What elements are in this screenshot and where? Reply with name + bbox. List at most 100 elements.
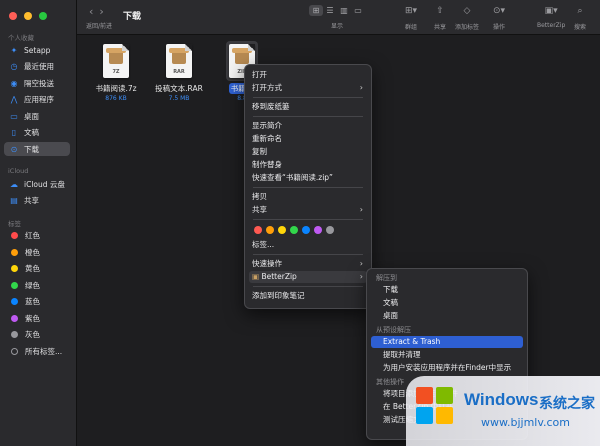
sidebar-item-desktop[interactable]: ▭ 桌面	[4, 109, 70, 123]
menu-separator	[253, 254, 363, 255]
menu-label: 标签...	[252, 240, 275, 249]
action-button[interactable]: ⊙▾ 操作	[493, 5, 505, 31]
menu-item-make-alias[interactable]: 制作替身	[249, 159, 367, 171]
betterzip-toolbar-button[interactable]: ▣▾ BetterZip	[537, 5, 565, 29]
archive-file-icon: 7Z	[103, 44, 129, 78]
menu-item-get-info[interactable]: 显示简介	[249, 120, 367, 132]
nav-label: 返回/前进	[86, 23, 113, 30]
sidebar-item-label: 文稿	[24, 127, 39, 137]
gallery-view-icon[interactable]: ▭	[351, 5, 365, 16]
tag-gray-dot[interactable]	[326, 226, 334, 234]
sidebar-item-documents[interactable]: ▯ 文稿	[4, 125, 70, 139]
orange-dot-icon	[11, 248, 18, 256]
submenu-label: Extract & Trash	[383, 337, 441, 346]
watermark-subtitle: 系统之家	[539, 396, 595, 412]
icon-view-icon[interactable]: ⊞	[309, 5, 323, 16]
share-label: 共享	[434, 24, 447, 31]
menu-item-tags[interactable]: 标签...	[249, 239, 367, 251]
sidebar-item-icloud-drive[interactable]: ☁ iCloud 云盘	[4, 177, 70, 191]
chevron-right-icon: ›	[359, 259, 363, 268]
menu-item-open-with[interactable]: 打开方式 ›	[249, 82, 367, 94]
sidebar-item-shared[interactable]: ▤ 共享	[4, 193, 70, 207]
tags-header: 标签	[8, 220, 21, 228]
file-item[interactable]: RAR 投稿文本.RAR 7.5 MB	[144, 44, 214, 102]
sidebar-tag-orange[interactable]: 橙色	[4, 245, 70, 259]
sidebar-tag-green[interactable]: 绿色	[4, 278, 70, 292]
sidebar-item-label: iCloud 云盘	[24, 179, 65, 189]
sidebar-tag-red[interactable]: 红色	[4, 228, 70, 242]
menu-item-quick-actions[interactable]: 快速操作 ›	[249, 258, 367, 270]
sidebar-item-applications[interactable]: ⋀ 应用程序	[4, 92, 70, 106]
setapp-icon: ✦	[10, 45, 18, 55]
gray-dot-icon	[11, 330, 18, 338]
menu-label: 打开	[252, 70, 267, 79]
submenu-item-documents[interactable]: 文稿	[371, 297, 523, 309]
group-button[interactable]: ⊞▾ 群组	[405, 5, 417, 31]
sidebar-item-downloads[interactable]: ⊙ 下载	[4, 142, 70, 156]
tag-green-dot[interactable]	[290, 226, 298, 234]
sidebar: 个人收藏 ✦ Setapp ◷ 最近使用 ◉ 隔空投送 ⋀ 应用程序 ▭ 桌面 …	[0, 0, 77, 446]
window-controls	[9, 12, 47, 20]
menu-item-share[interactable]: 共享 ›	[249, 204, 367, 216]
context-menu: 打开 打开方式 › 移到废纸篓 显示简介 重新命名 复制 制作替身 快速查看“书籍…	[244, 64, 372, 309]
cloud-icon: ☁	[10, 179, 18, 189]
minimize-button[interactable]	[24, 12, 32, 20]
menu-item-betterzip[interactable]: ▣ BetterZip ›	[249, 271, 367, 283]
menu-item-duplicate[interactable]: 复制	[249, 146, 367, 158]
back-icon[interactable]: ‹	[89, 5, 99, 18]
shared-folder-icon: ▤	[10, 195, 18, 205]
close-button[interactable]	[9, 12, 17, 20]
submenu-header: 从预设解压	[376, 326, 411, 334]
forward-icon[interactable]: ›	[99, 5, 109, 18]
menu-item-open[interactable]: 打开	[249, 69, 367, 81]
sidebar-item-recents[interactable]: ◷ 最近使用	[4, 59, 70, 73]
sidebar-item-setapp[interactable]: ✦ Setapp	[4, 43, 70, 57]
add-tags-button[interactable]: ◇ 添加标签	[455, 5, 479, 31]
menu-separator	[253, 286, 363, 287]
applications-icon: ⋀	[10, 94, 18, 104]
menu-item-quick-look[interactable]: 快速查看“书籍阅读.zip”	[249, 172, 367, 184]
tag-blue-dot[interactable]	[302, 226, 310, 234]
submenu-item-extract-clean[interactable]: 提取并清理	[371, 349, 523, 361]
menu-item-rename[interactable]: 重新命名	[249, 133, 367, 145]
menu-label: 复制	[252, 147, 267, 156]
sidebar-item-label: 共享	[24, 195, 39, 205]
submenu-item-downloads[interactable]: 下载	[371, 284, 523, 296]
sidebar-item-label: 蓝色	[25, 296, 40, 306]
sidebar-item-label: 最近使用	[24, 61, 54, 71]
zoom-button[interactable]	[39, 12, 47, 20]
menu-item-add-to-evernote[interactable]: 添加到印象笔记	[249, 290, 367, 302]
submenu-item-install-app[interactable]: 为用户安装应用程序并在Finder中显示	[371, 362, 523, 374]
column-view-icon[interactable]: ▥	[337, 5, 351, 16]
menu-separator	[253, 187, 363, 188]
sidebar-item-label: 所有标签...	[25, 346, 63, 356]
search-button[interactable]: ⌕ 搜索	[574, 5, 586, 31]
sidebar-item-airdrop[interactable]: ◉ 隔空投送	[4, 76, 70, 90]
sidebar-item-label: 橙色	[25, 247, 40, 257]
menu-item-copy[interactable]: 拷贝	[249, 191, 367, 203]
submenu-label: 文稿	[383, 298, 398, 307]
menu-label: 快速操作	[252, 259, 282, 268]
sidebar-item-label: 绿色	[25, 280, 40, 290]
share-button[interactable]: ⇧ 共享	[434, 5, 446, 31]
sidebar-tag-blue[interactable]: 蓝色	[4, 294, 70, 308]
file-ext: RAR	[173, 69, 185, 75]
menu-item-move-to-trash[interactable]: 移到废纸篓	[249, 101, 367, 113]
sidebar-item-label: 应用程序	[24, 94, 54, 104]
share-icon: ⇧	[436, 6, 444, 16]
sidebar-tag-purple[interactable]: 紫色	[4, 311, 70, 325]
favorites-header: 个人收藏	[8, 34, 34, 42]
sidebar-tag-yellow[interactable]: 黄色	[4, 261, 70, 275]
tag-yellow-dot[interactable]	[278, 226, 286, 234]
tag-orange-dot[interactable]	[266, 226, 274, 234]
sidebar-tag-gray[interactable]: 灰色	[4, 327, 70, 341]
submenu-item-extract-trash[interactable]: Extract & Trash	[371, 336, 523, 348]
tag-red-dot[interactable]	[254, 226, 262, 234]
tag-purple-dot[interactable]	[314, 226, 322, 234]
list-view-icon[interactable]: ☰	[323, 5, 337, 16]
file-ext: 7Z	[112, 69, 120, 75]
windows-logo-icon	[416, 387, 456, 427]
submenu-item-desktop[interactable]: 桌面	[371, 310, 523, 322]
sidebar-all-tags[interactable]: 所有标签...	[4, 344, 70, 358]
file-item[interactable]: 7Z 书籍阅读.7z 876 KB	[81, 44, 151, 102]
